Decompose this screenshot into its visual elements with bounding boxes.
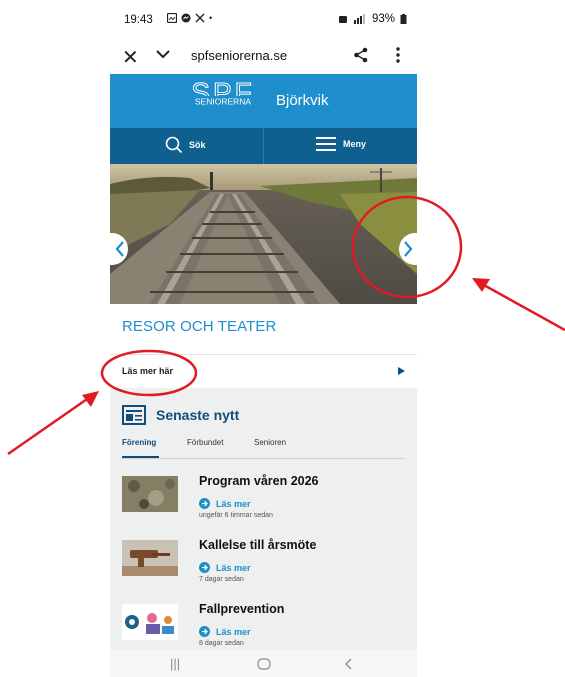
news-tabs: Förening Förbundet Senioren (122, 436, 405, 459)
messenger-icon (181, 13, 191, 23)
news-item-title[interactable]: Program våren 2026 (199, 474, 319, 488)
status-time: 19:43 (124, 14, 153, 26)
tab-senioren[interactable]: Senioren (254, 438, 286, 447)
home-icon[interactable] (257, 658, 271, 670)
notification-icons: • (167, 13, 212, 23)
menu-button[interactable]: Meny (316, 137, 366, 151)
search-label: Sök (189, 140, 206, 150)
x-icon (195, 13, 205, 23)
news-heading-row: Senaste nytt (122, 405, 239, 425)
system-nav-bar: ||| (110, 650, 417, 677)
news-item-time: 7 dagar sedan (199, 576, 244, 583)
news-read-more[interactable]: Läs mer (199, 562, 251, 573)
svg-text:SENIORERNA: SENIORERNA (195, 97, 252, 107)
system-status-icons: 93% (338, 13, 407, 25)
back-icon[interactable] (344, 658, 352, 670)
chevron-down-icon[interactable] (156, 50, 170, 59)
read-more-label[interactable]: Läs mer (216, 499, 251, 509)
news-thumbnail (122, 476, 178, 512)
read-more-label[interactable]: Läs mer (216, 627, 251, 637)
gallery-icon (167, 13, 177, 23)
hamburger-icon (316, 137, 336, 151)
news-item-title[interactable]: Fallprevention (199, 602, 284, 616)
news-read-more[interactable]: Läs mer (199, 498, 251, 509)
news-heading: Senaste nytt (156, 407, 240, 423)
battery-icon (400, 14, 407, 24)
chevron-left-icon (115, 241, 124, 257)
status-bar: 19:43 • 93% (110, 10, 417, 32)
read-more-label[interactable]: Läs mer (216, 563, 251, 573)
active-tab-indicator (122, 456, 159, 458)
browser-toolbar: ✕ spfseniorerna.se (110, 40, 417, 72)
site-header: SPF SENIORERNA Björkvik (110, 74, 417, 128)
phone-screen: 19:43 • 93% ✕ spfseniorerna.se SPF SENIO… (110, 0, 417, 677)
spf-seniorerna-logo[interactable]: SPF SENIORERNA (183, 80, 263, 122)
annotation-arrow-right (472, 278, 565, 332)
close-icon[interactable]: ✕ (122, 45, 139, 70)
news-item-time: ungefär 6 timmar sedan (199, 512, 273, 519)
hero-railway-image (110, 164, 417, 304)
url-text[interactable]: spfseniorerna.se (191, 48, 287, 63)
newspaper-icon (122, 405, 146, 425)
play-triangle-icon (398, 367, 405, 375)
share-icon[interactable] (353, 47, 369, 63)
tab-forbundet[interactable]: Förbundet (187, 438, 223, 447)
read-more-row[interactable]: Läs mer här (110, 354, 417, 390)
arrow-circle-icon (199, 562, 210, 573)
dot-icon: • (209, 13, 213, 23)
menu-label: Meny (343, 139, 367, 149)
read-more-link[interactable]: Läs mer här (122, 366, 173, 376)
news-item-title[interactable]: Kallelse till årsmöte (199, 538, 316, 552)
signal-icon (353, 14, 365, 24)
main-navbar: Sök Meny (110, 128, 417, 164)
arrow-circle-icon (199, 498, 210, 509)
alarm-icon (338, 16, 347, 23)
search-button[interactable]: Sök (165, 136, 206, 154)
news-thumbnail (122, 604, 178, 640)
news-thumbnail (122, 540, 178, 576)
battery-percent: 93% (371, 13, 395, 25)
annotation-arrow-left (7, 391, 99, 456)
nav-divider (263, 128, 264, 164)
local-association-name: Björkvik (276, 92, 329, 109)
arrow-circle-icon (199, 626, 210, 637)
slide-title: RESOR OCH TEATER (122, 318, 277, 335)
more-vert-icon[interactable] (395, 46, 401, 64)
news-read-more[interactable]: Läs mer (199, 626, 251, 637)
recent-apps-icon[interactable]: ||| (170, 656, 180, 671)
tab-forening[interactable]: Förening (122, 438, 156, 447)
news-item-time: 8 dagar sedan (199, 640, 244, 647)
chevron-right-icon (403, 241, 412, 257)
latest-news-section: Senaste nytt Förening Förbundet Senioren… (110, 388, 417, 650)
search-icon (165, 136, 183, 154)
